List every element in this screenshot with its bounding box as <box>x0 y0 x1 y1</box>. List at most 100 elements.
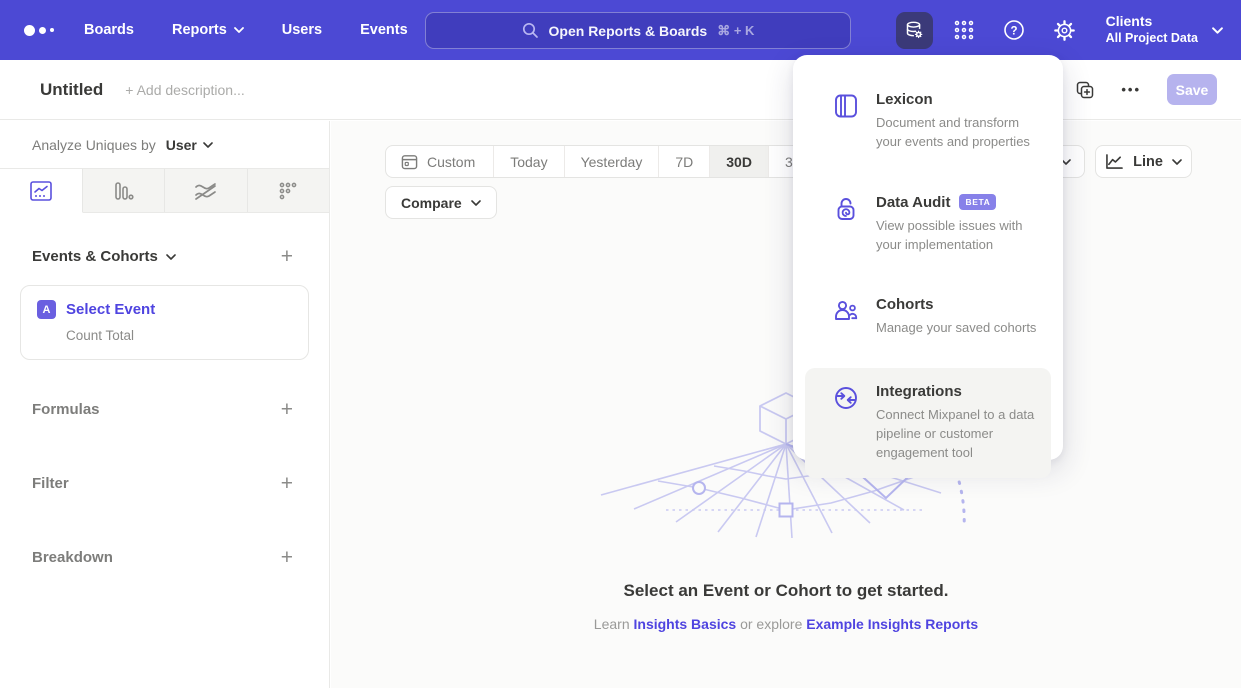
compare-label: Compare <box>401 195 462 211</box>
menu-item-title: Cohorts <box>876 296 934 313</box>
events-cohorts-header: Events & Cohorts + <box>32 246 293 267</box>
nav-item-events[interactable]: Events <box>360 22 408 38</box>
filter-label: Filter <box>32 475 69 492</box>
database-gear-icon <box>903 19 925 41</box>
menu-item-cohorts[interactable]: Cohorts Manage your saved cohorts <box>805 281 1051 353</box>
analyze-value: User <box>166 137 197 153</box>
stacked-flow-icon <box>194 181 218 201</box>
empty-state-heading: Select an Event or Cohort to get started… <box>331 581 1241 601</box>
menu-item-lexicon[interactable]: Lexicon Document and transform your even… <box>805 76 1051 167</box>
global-search-input[interactable]: Open Reports & Boards ⌘ + K <box>425 12 851 49</box>
chevron-down-icon <box>1212 27 1223 34</box>
search-shortcut: ⌘ + K <box>717 23 754 39</box>
mixpanel-insights-page: Boards Reports Users Events Open Reports… <box>0 0 1241 688</box>
org-name: Clients <box>1106 13 1198 31</box>
search-icon <box>522 22 539 39</box>
help-button[interactable]: ? <box>996 12 1033 49</box>
save-button[interactable]: Save <box>1167 74 1217 105</box>
mixpanel-logo-icon[interactable] <box>24 25 58 36</box>
data-management-menu: Lexicon Document and transform your even… <box>793 55 1063 460</box>
date-range-yesterday[interactable]: Yesterday <box>565 146 660 177</box>
tab-metric-chart[interactable] <box>248 169 330 212</box>
add-formula-button[interactable]: + <box>281 399 293 420</box>
chevron-down-icon <box>234 27 244 33</box>
nav-right-controls: ? Clients All Projec <box>896 0 1223 60</box>
nav-item-reports[interactable]: Reports <box>172 22 244 38</box>
settings-button[interactable] <box>1046 12 1083 49</box>
compare-dropdown[interactable]: Compare <box>385 186 497 219</box>
menu-item-title: Lexicon <box>876 91 933 108</box>
menu-item-description: Document and transform your events and p… <box>876 114 1039 152</box>
svg-text:?: ? <box>1011 25 1018 37</box>
select-event-button[interactable]: Select Event <box>66 301 155 318</box>
line-chart-icon <box>1105 153 1124 170</box>
menu-item-title: Data Audit <box>876 194 950 211</box>
breakdown-section: Breakdown + <box>32 547 293 568</box>
analyze-row: Analyze Uniques by User <box>0 121 329 168</box>
analyze-label: Analyze Uniques by <box>32 137 156 153</box>
menu-item-data-audit[interactable]: Data AuditBETA View possible issues with… <box>805 179 1051 270</box>
report-actions: ••• Save <box>1075 74 1217 105</box>
date-range-today[interactable]: Today <box>494 146 564 177</box>
event-card[interactable]: A Select Event Count Total <box>20 285 309 360</box>
gear-icon <box>1053 19 1076 42</box>
nav-item-boards[interactable]: Boards <box>84 22 134 38</box>
tab-line-chart[interactable] <box>0 169 83 213</box>
cohorts-people-icon <box>833 296 859 338</box>
top-nav: Boards Reports Users Events Open Reports… <box>0 0 1241 60</box>
events-cohorts-label: Events & Cohorts <box>32 248 158 265</box>
events-cohorts-dropdown[interactable]: Events & Cohorts <box>32 248 176 265</box>
chevron-down-icon <box>166 254 176 260</box>
analyze-value-dropdown[interactable]: User <box>166 137 213 153</box>
add-description-field[interactable]: + Add description... <box>125 82 244 98</box>
more-options-button[interactable]: ••• <box>1121 82 1141 97</box>
beta-badge: BETA <box>959 194 996 210</box>
apps-grid-button[interactable] <box>946 12 983 49</box>
learn-prefix: Learn <box>594 616 630 632</box>
event-letter-badge: A <box>37 300 56 319</box>
nav-item-users[interactable]: Users <box>282 22 322 38</box>
search-placeholder: Open Reports & Boards <box>549 23 708 39</box>
data-management-button[interactable] <box>896 12 933 49</box>
lexicon-book-icon <box>833 91 859 152</box>
event-metric-dropdown[interactable]: Count Total <box>66 328 292 343</box>
add-breakdown-button[interactable]: + <box>281 547 293 568</box>
add-filter-button[interactable]: + <box>281 473 293 494</box>
filter-section: Filter + <box>32 473 293 494</box>
integrations-sync-icon <box>833 383 859 463</box>
tab-bar-chart[interactable] <box>83 169 166 212</box>
date-range-label: Custom <box>427 154 475 170</box>
date-range-30d[interactable]: 30D <box>710 146 769 177</box>
project-switcher[interactable]: Clients All Project Data <box>1106 13 1223 46</box>
add-event-button[interactable]: + <box>281 246 293 267</box>
chevron-down-icon <box>471 200 481 206</box>
menu-item-title: Integrations <box>876 383 962 400</box>
grid-icon <box>953 19 975 41</box>
tab-stacked-chart[interactable] <box>165 169 248 212</box>
date-range-7d[interactable]: 7D <box>659 146 710 177</box>
menu-item-integrations[interactable]: Integrations Connect Mixpanel to a data … <box>805 368 1051 478</box>
line-chart-icon <box>30 181 52 201</box>
date-range-custom[interactable]: Custom <box>386 146 494 177</box>
example-reports-link[interactable]: Example Insights Reports <box>806 616 978 632</box>
empty-state-links: Learn Insights Basics or explore Example… <box>331 616 1241 632</box>
chart-type-dropdown[interactable]: Line <box>1095 145 1192 178</box>
nav-item-label: Users <box>282 22 322 38</box>
nav-item-label: Events <box>360 22 408 38</box>
data-audit-lock-icon <box>833 194 859 255</box>
formulas-section: Formulas + <box>32 399 293 420</box>
chevron-down-icon <box>203 142 213 148</box>
project-name: All Project Data <box>1106 31 1198 47</box>
duplicate-icon[interactable] <box>1075 80 1095 100</box>
bar-chart-icon <box>112 181 134 201</box>
breakdown-label: Breakdown <box>32 549 113 566</box>
help-icon: ? <box>1002 18 1026 42</box>
report-title[interactable]: Untitled <box>40 80 103 100</box>
insights-basics-link[interactable]: Insights Basics <box>634 616 737 632</box>
query-builder-sidebar: Analyze Uniques by User <box>0 121 330 688</box>
primary-nav: Boards Reports Users Events <box>84 22 408 38</box>
formulas-label: Formulas <box>32 401 100 418</box>
chart-type-label: Line <box>1133 154 1163 170</box>
chart-area: Custom Today Yesterday 7D 30D 3M 6M Comp… <box>331 121 1241 688</box>
explore-middle: or explore <box>740 616 802 632</box>
